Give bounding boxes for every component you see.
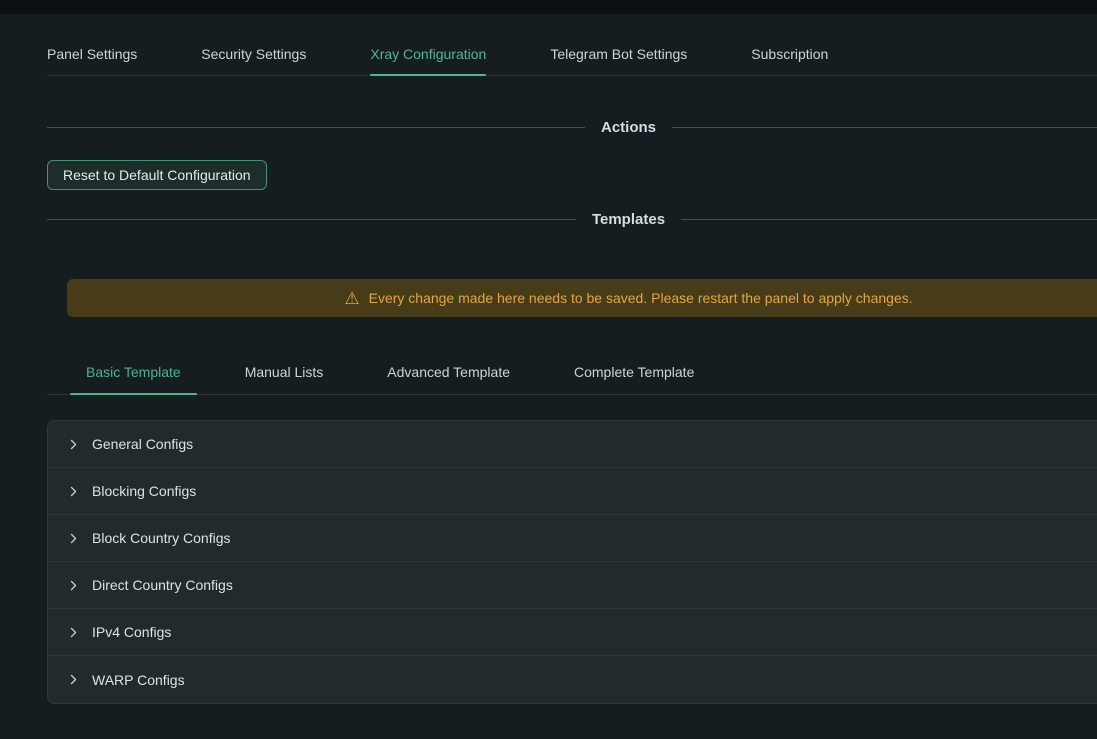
- chevron-right-icon: [68, 580, 79, 591]
- collapse-header-direct-country-configs[interactable]: Direct Country Configs: [48, 562, 1097, 609]
- collapse-label: IPv4 Configs: [92, 624, 171, 640]
- chevron-right-icon: [68, 439, 79, 450]
- reset-to-default-button[interactable]: Reset to Default Configuration: [47, 160, 267, 190]
- settings-page: Panel Settings Security Settings Xray Co…: [47, 40, 1097, 704]
- templates-section-divider: Templates: [47, 211, 1097, 228]
- tab-complete-template[interactable]: Complete Template: [558, 356, 710, 394]
- collapse-label: WARP Configs: [92, 672, 185, 688]
- collapse-header-warp-configs[interactable]: WARP Configs: [48, 656, 1097, 703]
- collapse-label: Direct Country Configs: [92, 577, 233, 593]
- collapse-label: Block Country Configs: [92, 530, 231, 546]
- collapse-label: General Configs: [92, 436, 193, 452]
- tab-security-settings[interactable]: Security Settings: [201, 40, 306, 75]
- tab-telegram-bot-settings[interactable]: Telegram Bot Settings: [550, 40, 687, 75]
- collapse-header-ipv4-configs[interactable]: IPv4 Configs: [48, 609, 1097, 656]
- config-collapse-list: General Configs Blocking Configs Block C…: [47, 420, 1097, 704]
- collapse-label: Blocking Configs: [92, 483, 196, 499]
- chevron-right-icon: [68, 674, 79, 685]
- collapse-header-block-country-configs[interactable]: Block Country Configs: [48, 515, 1097, 562]
- templates-section-title: Templates: [576, 211, 681, 228]
- warning-triangle-icon: ⚠: [344, 290, 359, 307]
- chevron-right-icon: [68, 533, 79, 544]
- tab-subscription[interactable]: Subscription: [751, 40, 828, 75]
- actions-section-divider: Actions: [47, 119, 1097, 136]
- tab-panel-settings[interactable]: Panel Settings: [47, 40, 137, 75]
- actions-section-title: Actions: [585, 119, 672, 136]
- chevron-right-icon: [68, 486, 79, 497]
- chevron-right-icon: [68, 627, 79, 638]
- actions-button-row: Reset to Default Configuration: [47, 160, 1097, 190]
- tab-manual-lists[interactable]: Manual Lists: [229, 356, 340, 394]
- collapse-header-general-configs[interactable]: General Configs: [48, 421, 1097, 468]
- top-window-strip: [0, 0, 1097, 14]
- tab-basic-template[interactable]: Basic Template: [70, 356, 197, 394]
- template-tab-bar: Basic Template Manual Lists Advanced Tem…: [47, 356, 1097, 395]
- tab-advanced-template[interactable]: Advanced Template: [371, 356, 526, 394]
- tab-xray-configuration[interactable]: Xray Configuration: [370, 40, 486, 75]
- settings-tab-bar: Panel Settings Security Settings Xray Co…: [47, 40, 1097, 76]
- restart-warning-banner: ⚠ Every change made here needs to be sav…: [67, 279, 1097, 317]
- collapse-header-blocking-configs[interactable]: Blocking Configs: [48, 468, 1097, 515]
- warning-text: Every change made here needs to be saved…: [369, 290, 913, 306]
